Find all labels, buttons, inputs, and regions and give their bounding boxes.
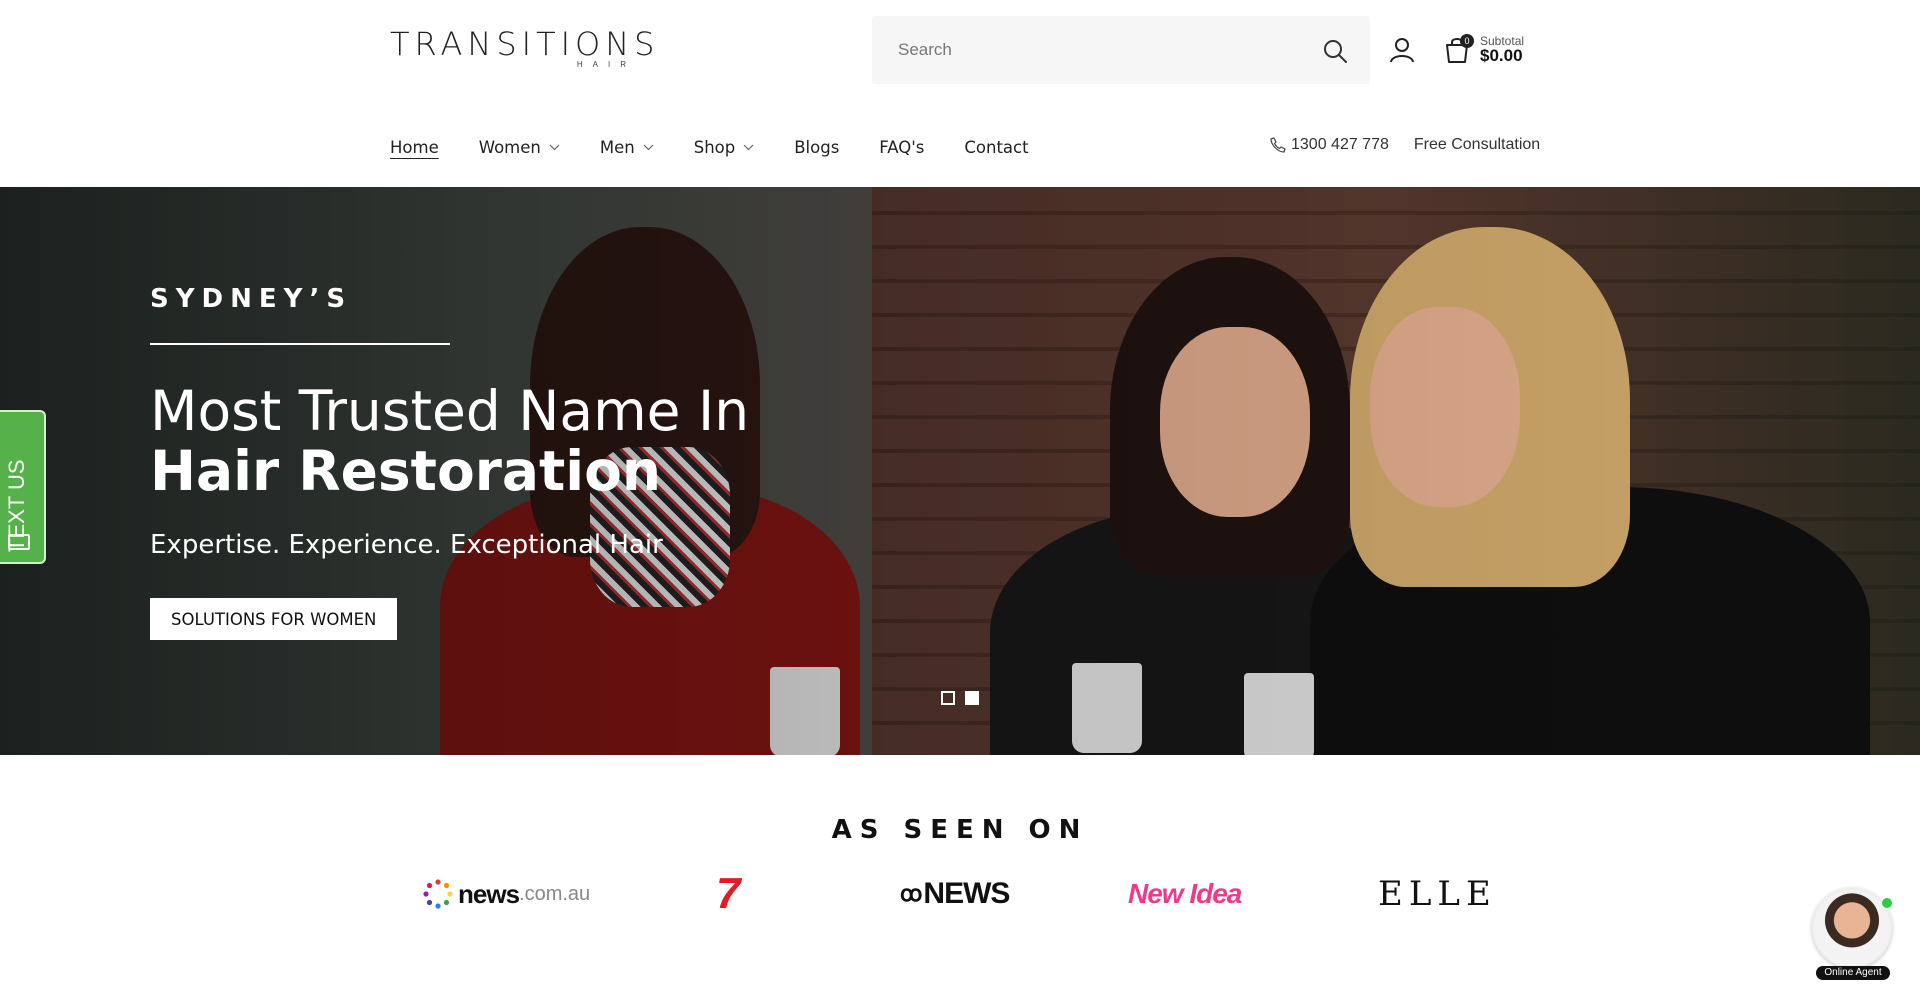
chevron-down-icon (549, 144, 560, 150)
abc-mark: ꝏ (900, 881, 922, 906)
news-dots-icon (423, 879, 453, 909)
nav-home[interactable]: Home (390, 138, 439, 157)
cart-count-badge: 0 (1460, 34, 1474, 48)
account-icon[interactable] (1388, 36, 1416, 64)
brand-logo[interactable]: TRANSITIONS HAIR (390, 25, 660, 74)
hero-headline-line-2: Hair Restoration (150, 439, 662, 503)
search-input[interactable] (898, 16, 1298, 84)
new-idea-text: New Idea (1128, 878, 1242, 909)
chevron-down-icon (643, 144, 654, 150)
brand-sub: HAIR (576, 60, 636, 69)
nav-label: Home (390, 137, 439, 157)
nav-men[interactable]: Men (600, 138, 654, 157)
hero-divider (150, 343, 450, 345)
new-idea-logo: New Idea (1128, 876, 1242, 912)
hero-subheading: Expertise. Experience. Exceptional Hair (150, 530, 663, 560)
abc-news-text: NEWS (923, 877, 1010, 910)
text-us-tab[interactable]: TEXT US (0, 410, 46, 564)
nav-contact[interactable]: Contact (964, 138, 1028, 157)
solutions-for-women-button[interactable]: SOLUTIONS FOR WOMEN (150, 598, 398, 640)
seven-logo-text: 7 (716, 869, 741, 918)
chevron-down-icon (743, 144, 754, 150)
phone-number-link[interactable]: 1300 427 778 (1291, 136, 1389, 154)
news-logo-domain: .com.au (519, 882, 591, 905)
nav-label: Shop (693, 137, 736, 157)
abc-news-logo: ꝏ NEWS (900, 876, 1010, 912)
site-header: TRANSITIONS HAIR 0 Subtotal $0.00 Home W… (0, 0, 1920, 187)
brand-name: TRANSITIONS (390, 25, 660, 63)
online-status-indicator (1882, 898, 1892, 908)
hero-content: SYDNEY’S Most Trusted Name In Hair Resto… (150, 187, 950, 755)
cart-total: $0.00 (1480, 46, 1523, 65)
agent-avatar (1812, 888, 1892, 968)
hero-slider: SYDNEY’S Most Trusted Name In Hair Resto… (0, 187, 1920, 755)
elle-logo: ELLE (1378, 874, 1497, 914)
channel-seven-logo: 7 (716, 869, 740, 918)
free-consultation-link[interactable]: Free Consultation (1414, 136, 1540, 154)
search-icon[interactable] (1322, 38, 1348, 64)
nav-faqs[interactable]: FAQ's (879, 138, 924, 157)
news-logo-main: news (458, 878, 520, 909)
nav-women[interactable]: Women (479, 138, 560, 157)
main-nav: Home Women Men Shop Blogs FAQ's Contact (390, 136, 1069, 158)
nav-label: Contact (964, 137, 1029, 157)
hero-kicker: SYDNEY’S (150, 284, 353, 314)
nav-label: Blogs (794, 137, 840, 157)
press-logos: news .com.au 7 ꝏ NEWS New Idea ELLE (0, 868, 1920, 918)
search-bar (872, 16, 1370, 84)
nav-label: Men (599, 137, 635, 157)
nav-shop[interactable]: Shop (694, 138, 755, 157)
nav-blogs[interactable]: Blogs (794, 138, 839, 157)
as-seen-on-heading: AS SEEN ON (831, 815, 1089, 845)
slider-pagination (941, 691, 979, 705)
nav-label: Women (478, 137, 541, 157)
news-com-au-logo: news .com.au (422, 876, 590, 912)
nav-label: FAQ's (879, 137, 925, 157)
slide-dot-1[interactable] (941, 691, 955, 705)
header-contact: 1300 427 778 Free Consultation (1270, 136, 1540, 154)
slide-dot-2[interactable] (965, 691, 979, 705)
mobile-phone-icon (8, 534, 30, 550)
online-agent-label: Online Agent (1816, 966, 1890, 980)
online-agent-chat-button[interactable]: Online Agent (1810, 888, 1894, 980)
elle-text: ELLE (1378, 874, 1497, 914)
cart-button[interactable]: 0 Subtotal $0.00 (1444, 34, 1534, 70)
phone-icon (1270, 137, 1286, 153)
hero-headline-line-1: Most Trusted Name In (150, 379, 750, 443)
